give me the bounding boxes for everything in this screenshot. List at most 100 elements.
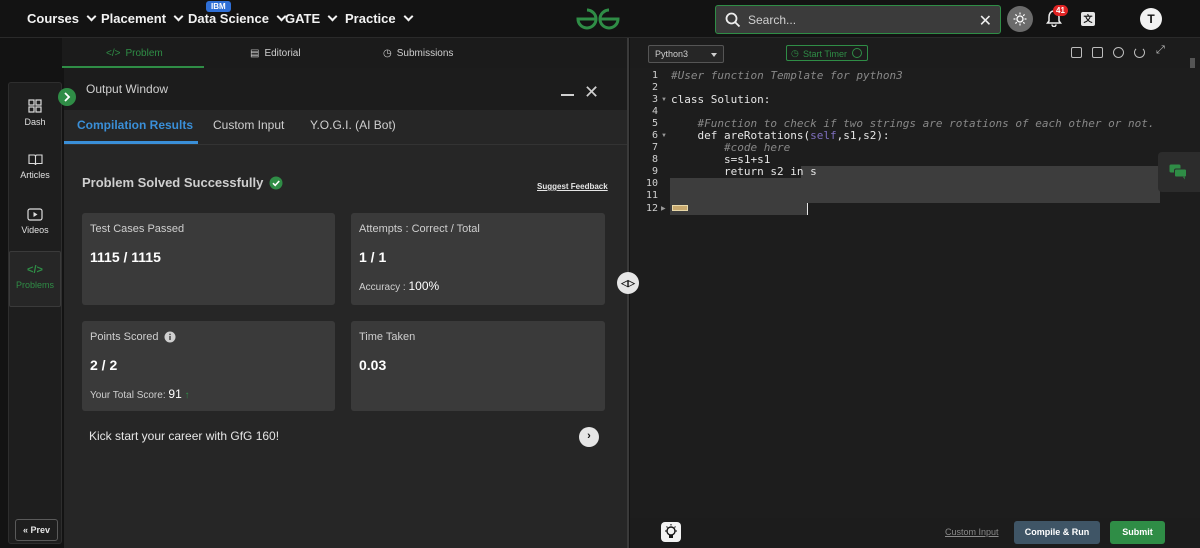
folded-code-marker[interactable] — [672, 205, 688, 211]
sidebar-item-label: Dash — [24, 117, 46, 127]
collapse-button[interactable] — [58, 88, 76, 106]
reset-icon[interactable] — [1134, 47, 1145, 58]
submit-button[interactable]: Submit — [1110, 521, 1165, 544]
nav-data-science[interactable]: Data Science — [188, 11, 287, 26]
card-label: Test Cases Passed — [90, 223, 185, 235]
line-number: 1 — [651, 70, 658, 81]
sidebar-item-videos[interactable]: Videos — [9, 208, 61, 235]
book-icon — [27, 154, 43, 166]
tab-custom-input[interactable]: Custom Input — [213, 118, 284, 132]
text-cursor — [807, 203, 808, 215]
tab-submissions[interactable]: ◷ Submissions — [383, 48, 453, 59]
nav-placement[interactable]: Placement — [101, 11, 184, 26]
points-label-text: Points Scored — [90, 331, 159, 343]
double-chevron-left-icon: « — [22, 525, 28, 535]
chevron-down-icon — [403, 11, 414, 22]
sidebar-item-label: Problems — [15, 280, 54, 290]
sidebar-item-problems[interactable]: </> Problems — [9, 251, 61, 307]
accuracy-value: 100% — [408, 279, 440, 293]
code-line: return s2 in s — [671, 165, 817, 178]
nav-practice-label: Practice — [345, 11, 396, 26]
output-window: Output Window ✕ Compilation Results Cust… — [64, 68, 628, 548]
selection-highlight — [801, 166, 1160, 178]
card-value: 1115 / 1115 — [90, 249, 161, 265]
problem-tabs: </> Problem ▤ Editorial ◷ Submissions — [62, 38, 628, 68]
accuracy-label: Accuracy : — [359, 282, 406, 293]
caret-down-icon — [711, 53, 717, 57]
line-number: 5 — [651, 118, 658, 129]
tab-yogi-ai-bot[interactable]: Y.O.G.I. (AI Bot) — [310, 118, 396, 132]
total-score-value: 91 — [168, 387, 182, 401]
lightbulb-icon — [665, 524, 677, 538]
copy-icon[interactable] — [1071, 47, 1082, 58]
line-gutter: 1 2 3 4 5 6 7 8 9 10 11 12 ▼ ▼ ▶ — [630, 68, 670, 518]
arrow-up-icon: ↑ — [184, 390, 190, 401]
avatar[interactable]: T — [1140, 8, 1162, 30]
line-number: 7 — [651, 142, 658, 153]
start-timer-label: Start Timer — [803, 49, 848, 59]
close-icon[interactable]: ✕ — [979, 11, 992, 31]
custom-input-link[interactable]: Custom Input — [945, 527, 999, 537]
search-box[interactable]: ✕ — [715, 5, 1001, 34]
clock-icon: ◷ — [383, 48, 392, 59]
tab-compilation-results[interactable]: Compilation Results — [77, 118, 193, 132]
sidebar-item-label: Articles — [20, 170, 50, 180]
left-sidebar: Dash Articles Videos </> Problems « Prev — [8, 82, 62, 544]
search-input[interactable] — [748, 10, 968, 30]
nav-gate[interactable]: GATE — [285, 11, 338, 26]
tab-editorial-label: Editorial — [264, 48, 301, 59]
card-value: 1 / 1 — [359, 249, 387, 265]
tab-editorial[interactable]: ▤ Editorial — [250, 48, 301, 59]
start-timer-button[interactable]: ◷ Start Timer — [786, 45, 868, 61]
promo-text: Kick start your career with GfG 160! — [89, 429, 280, 443]
test-cases-card: Test Cases Passed 1115 / 1115 — [82, 213, 335, 305]
hint-button[interactable] — [661, 522, 681, 542]
minimize-icon[interactable] — [561, 94, 574, 96]
resize-handle[interactable]: ◁▷ — [617, 272, 639, 294]
accuracy-row: Accuracy : 100% — [359, 279, 439, 293]
timer-icon: ◷ — [791, 48, 799, 58]
info-icon[interactable] — [164, 331, 176, 343]
theme-toggle-button[interactable] — [1007, 6, 1033, 32]
chat-button[interactable] — [1158, 152, 1200, 192]
nav-placement-label: Placement — [101, 11, 167, 26]
code-icon: </> — [27, 264, 43, 276]
prev-button[interactable]: « Prev — [15, 519, 58, 541]
close-icon[interactable]: ✕ — [584, 82, 599, 103]
notification-badge: 41 — [1053, 5, 1068, 16]
line-number: 12 — [645, 203, 658, 214]
translate-icon[interactable]: 文 — [1081, 12, 1095, 26]
nav-courses[interactable]: Courses — [27, 11, 97, 26]
sidebar-item-articles[interactable]: Articles — [9, 153, 61, 180]
chevron-down-icon — [86, 11, 97, 22]
code-icon: </> — [106, 48, 121, 59]
promo-next-button[interactable]: › — [579, 427, 599, 447]
line-number: 9 — [651, 166, 658, 177]
settings-icon[interactable] — [1113, 47, 1124, 58]
nav-courses-label: Courses — [27, 11, 80, 26]
nav-practice[interactable]: Practice — [345, 11, 414, 26]
total-score-label: Your Total Score: — [90, 390, 166, 401]
sidebar-item-dash[interactable]: Dash — [9, 99, 61, 127]
tab-problem[interactable]: </> Problem — [106, 48, 163, 59]
fold-arrow-icon[interactable]: ▼ — [661, 133, 667, 139]
compile-run-button[interactable]: Compile & Run — [1014, 521, 1100, 544]
import-icon[interactable] — [1092, 47, 1103, 58]
language-select[interactable]: Python3 — [648, 45, 724, 63]
card-value: 2 / 2 — [90, 357, 118, 373]
scrollbar[interactable] — [1190, 58, 1195, 68]
nav-gate-label: GATE — [285, 11, 321, 26]
fullscreen-icon[interactable]: ⤢ — [1156, 44, 1165, 57]
code-editor[interactable]: 1 2 3 4 5 6 7 8 9 10 11 12 ▼ ▼ ▶ #User f… — [630, 68, 1200, 518]
search-icon — [725, 12, 741, 28]
dashboard-icon — [28, 99, 42, 113]
suggest-feedback-link[interactable]: Suggest Feedback — [537, 182, 608, 191]
gfg-logo[interactable] — [574, 6, 622, 32]
card-label: Time Taken — [359, 331, 416, 343]
fold-arrow-icon[interactable]: ▶ — [661, 205, 666, 212]
fold-arrow-icon[interactable]: ▼ — [661, 97, 667, 103]
sun-icon — [1013, 12, 1027, 26]
divider — [64, 144, 628, 145]
line-number: 3 — [651, 94, 658, 105]
nav-data-science-label: Data Science — [188, 11, 269, 26]
